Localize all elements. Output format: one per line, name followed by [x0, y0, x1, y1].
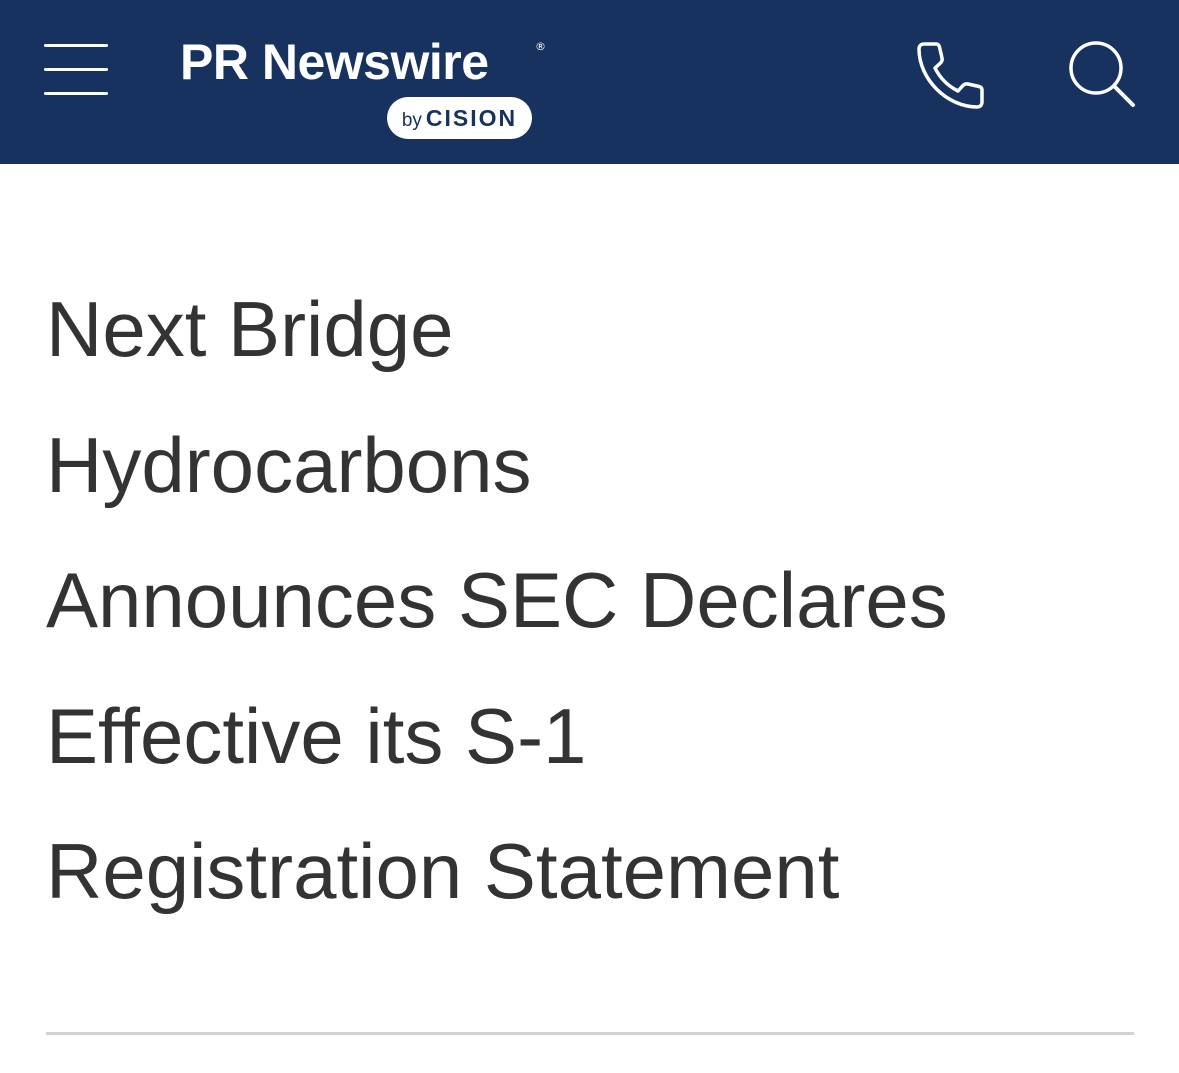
- byline-company: CISION: [425, 105, 518, 131]
- article-headline: Next Bridge Hydrocarbons Announces SEC D…: [46, 262, 1146, 940]
- phone-icon: [917, 42, 984, 109]
- section-divider: [46, 1032, 1134, 1035]
- headline-line: Hydrocarbons: [46, 420, 532, 509]
- menu-icon: [44, 44, 108, 47]
- registered-mark: ®: [535, 40, 546, 53]
- menu-button[interactable]: [40, 40, 112, 100]
- byline-prefix: by: [401, 110, 422, 131]
- search-icon: [1069, 41, 1135, 107]
- menu-icon-bar-middle: [44, 68, 108, 71]
- cision-byline-badge: by CISION: [387, 97, 532, 139]
- headline-line: Effective its S-1: [46, 691, 587, 780]
- brand-name: PR Newswire: [180, 34, 489, 90]
- headline-line: Registration Statement: [46, 827, 840, 915]
- headline-line: Next Bridge: [46, 285, 454, 373]
- top-navigation-bar: PR Newswire ® by CISION: [0, 0, 1179, 164]
- headline-line: Announces SEC Declares: [46, 556, 948, 644]
- search-button[interactable]: [1064, 36, 1140, 112]
- pr-newswire-logo[interactable]: PR Newswire ® by CISION: [180, 30, 550, 142]
- phone-button[interactable]: [910, 36, 986, 112]
- menu-icon-bar-bottom: [44, 92, 108, 95]
